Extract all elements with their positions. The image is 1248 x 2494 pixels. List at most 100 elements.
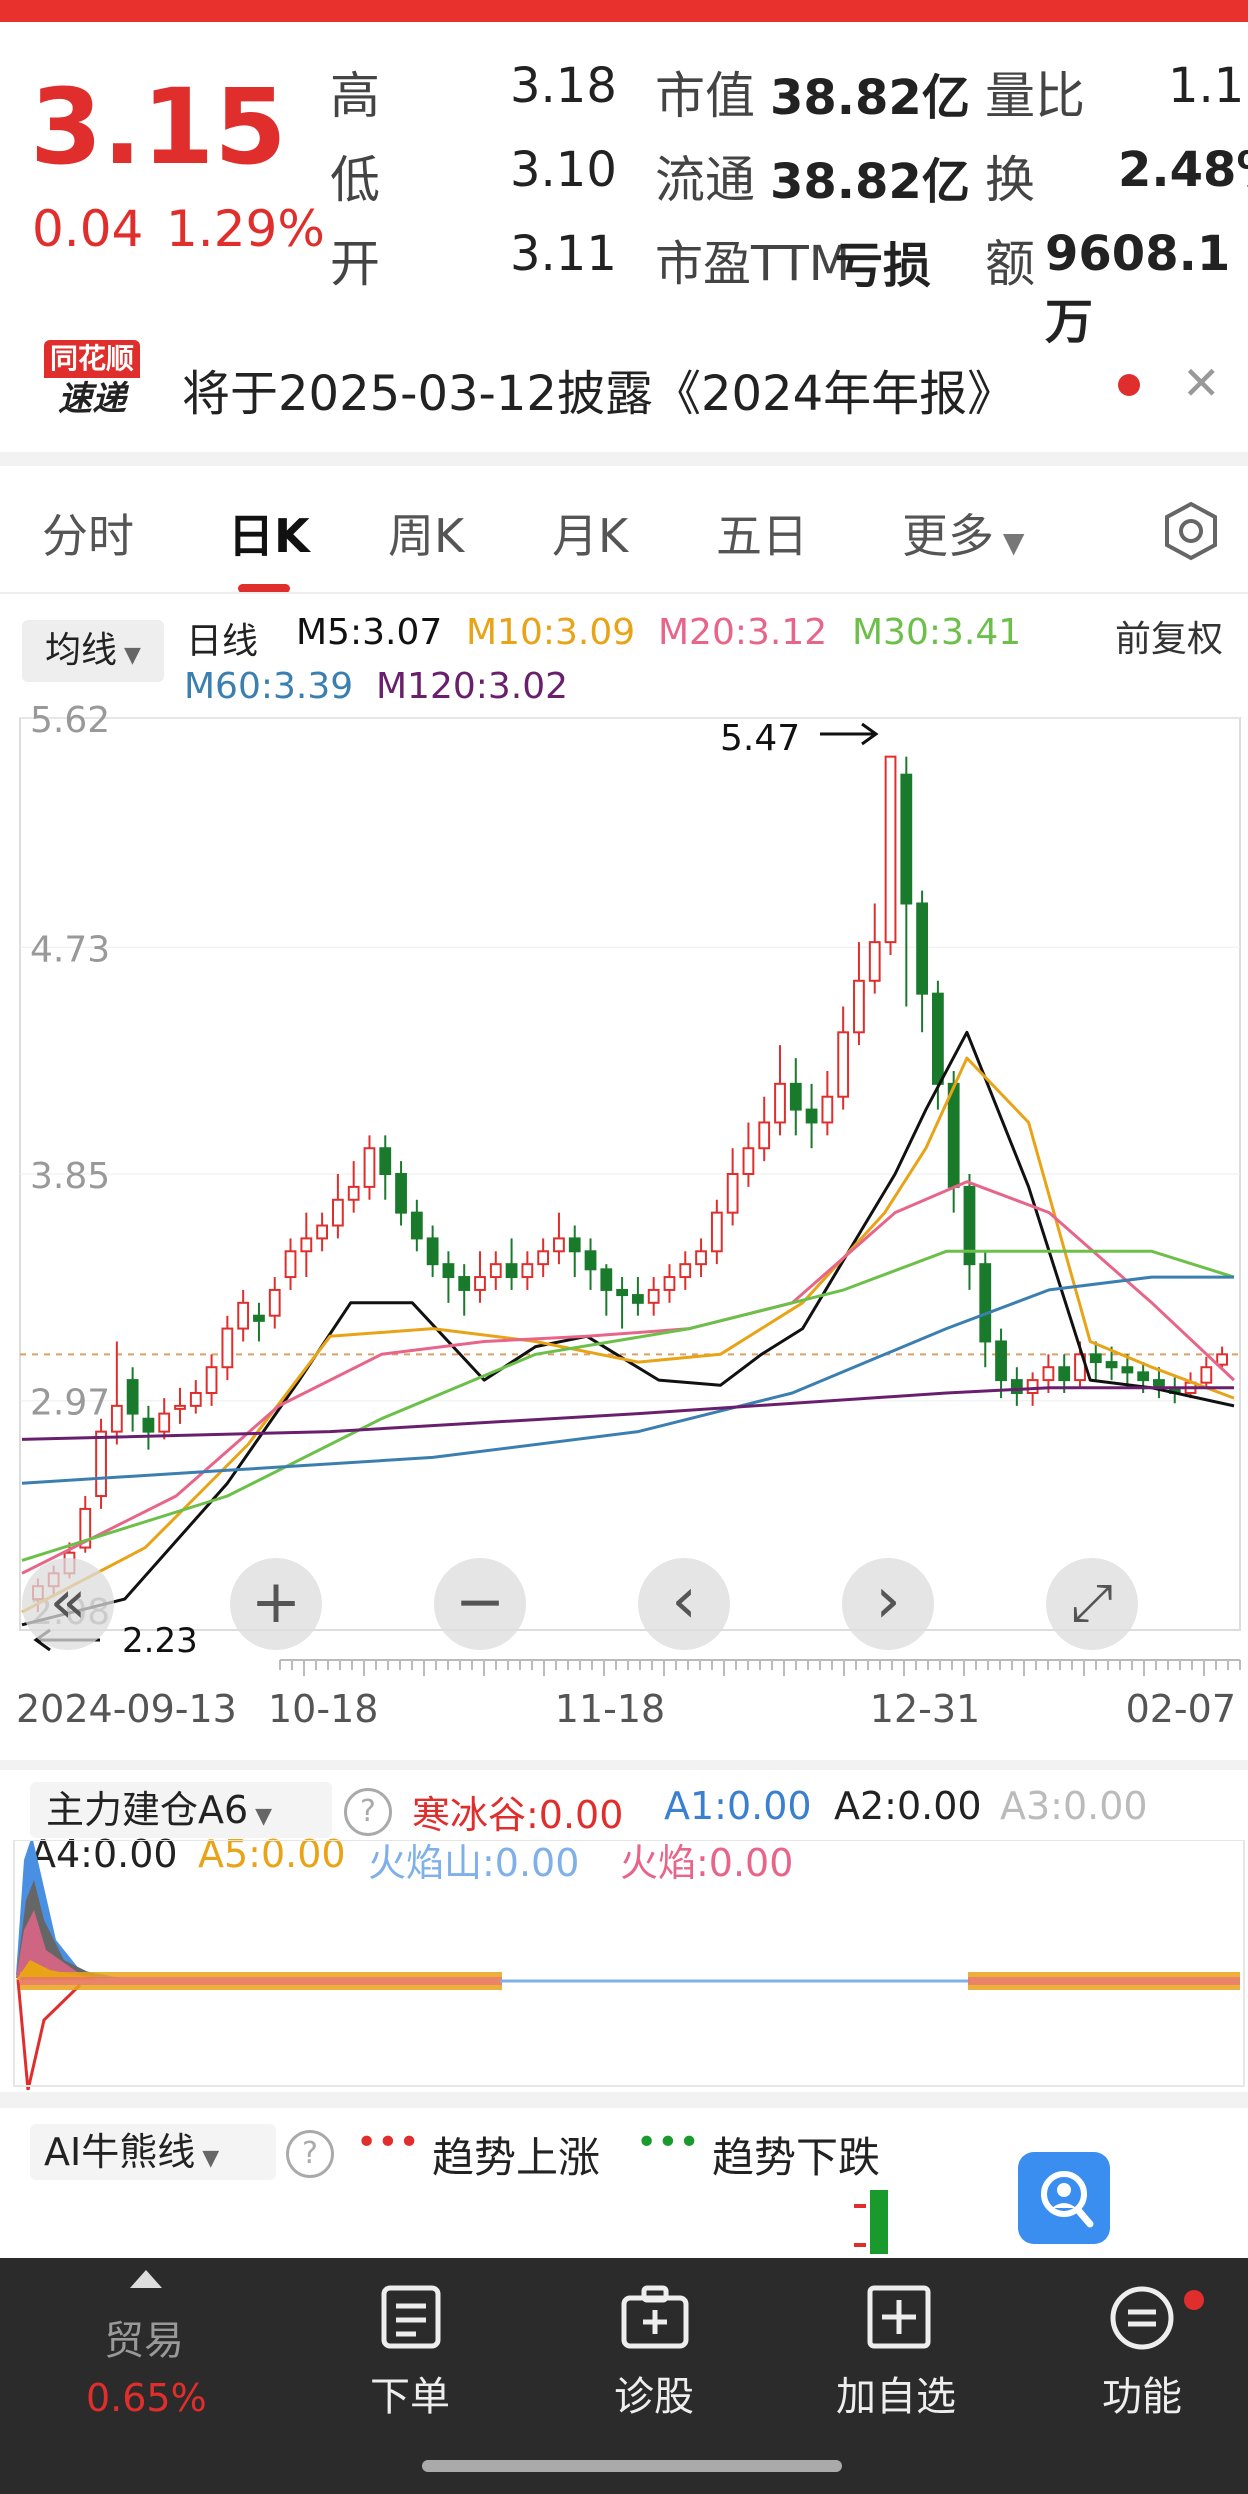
order-icon[interactable] [380, 2284, 444, 2350]
candle [205, 1366, 218, 1394]
candle [505, 1263, 518, 1279]
ind1-item: A1:0.00 [664, 1784, 812, 1828]
ai-tick [854, 2204, 866, 2208]
turnover-label: 换 [985, 151, 1035, 209]
ma5-value: M5:3.07 [296, 612, 443, 653]
candle [632, 1294, 644, 1304]
ma-selector-label: 均线 [45, 630, 118, 671]
trend-down-dots: ••• [636, 2122, 700, 2163]
help-icon[interactable]: ? [344, 1788, 392, 1836]
candle [932, 992, 944, 1085]
indicator2-name: AI牛熊线 [44, 2130, 196, 2174]
notice-text[interactable]: 将于2025-03-12披露《2024年年报》 [182, 354, 1015, 424]
candle [363, 1147, 376, 1188]
ai-assistant-icon[interactable] [1018, 2152, 1110, 2244]
diagnose-icon[interactable] [620, 2284, 690, 2350]
low-label: 低 [330, 151, 380, 209]
trade-label[interactable]: 贸易 [104, 2308, 184, 2366]
tab-monthly-k[interactable]: 月K [552, 500, 628, 566]
candle [774, 1082, 786, 1124]
max-label: 5.47 [720, 718, 800, 759]
add-watchlist-label[interactable]: 加自选 [836, 2364, 956, 2422]
candle [142, 1417, 155, 1433]
tab-five-day[interactable]: 五日 [716, 500, 808, 566]
high-label: 高 [330, 67, 380, 125]
trend-up-label: 趋势上涨 [432, 2133, 601, 2182]
candle [395, 1173, 407, 1214]
pe-value: 亏损 [835, 238, 932, 294]
candle [742, 1147, 755, 1175]
ma-line-m10 [21, 1056, 1235, 1614]
ind1-band-left-inner [20, 1977, 502, 1985]
tab-intraday[interactable]: 分时 [42, 500, 134, 566]
candle [458, 1276, 471, 1291]
scroll-left-icon[interactable]: « [22, 1558, 114, 1650]
prev-icon[interactable]: ‹ [638, 1558, 730, 1650]
candle [837, 1031, 850, 1098]
candle [474, 1276, 486, 1291]
divider [0, 1760, 1248, 1770]
zoom-out-icon[interactable]: − [434, 1558, 526, 1650]
candle [379, 1147, 392, 1175]
function-label[interactable]: 功能 [1102, 2364, 1182, 2422]
trade-pct: 0.65% [86, 2376, 207, 2420]
candle [995, 1340, 1007, 1382]
y-tick-label: 5.62 [30, 700, 110, 741]
tab-daily-k[interactable]: 日K [228, 500, 310, 566]
next-icon[interactable]: › [842, 1558, 934, 1650]
adjust-mode[interactable]: 前复权 [1115, 610, 1223, 662]
close-icon[interactable]: ✕ [1182, 356, 1221, 410]
ind1-item: A3:0.00 [1000, 1784, 1148, 1828]
zoom-in-icon[interactable]: + [230, 1558, 322, 1650]
candle [853, 979, 865, 1034]
function-icon[interactable] [1108, 2284, 1176, 2352]
chevron-down-icon: ▼ [994, 526, 1025, 559]
candle [1026, 1379, 1039, 1394]
amount-value: 9608.1万 [1045, 226, 1231, 350]
candle [600, 1268, 613, 1291]
candle [221, 1327, 234, 1369]
candle [758, 1121, 771, 1150]
fullscreen-icon[interactable]: ⤢ [1046, 1558, 1138, 1650]
candle [868, 941, 881, 982]
unread-dot-icon [1118, 374, 1140, 396]
ind1-dip-red [16, 1979, 82, 2090]
trend-up-dots: ••• [356, 2122, 420, 2163]
tab-more[interactable]: 更多 ▼ [902, 500, 1024, 566]
volratio-value: 1.17 [1168, 58, 1248, 114]
candle [726, 1173, 739, 1214]
candle [1058, 1366, 1071, 1382]
candle [710, 1211, 723, 1253]
min-label: 2.23 [122, 1621, 198, 1661]
candle [521, 1263, 534, 1279]
ma10-value: M10:3.09 [466, 612, 636, 653]
ma-line-m30 [21, 1249, 1235, 1562]
ma-selector[interactable]: 均线 ▼ [22, 620, 164, 682]
candle [537, 1250, 550, 1266]
open-value: 3.11 [510, 226, 617, 282]
divider [0, 2092, 1248, 2108]
indicator1-chart [13, 1840, 1245, 2090]
candle [1137, 1371, 1150, 1382]
help-icon[interactable]: ? [286, 2130, 334, 2178]
tab-weekly-k[interactable]: 周K [388, 500, 464, 566]
home-indicator [422, 2460, 842, 2472]
order-label[interactable]: 下单 [370, 2364, 450, 2422]
diagnose-label[interactable]: 诊股 [614, 2364, 694, 2422]
indicator1-selector[interactable]: 主力建仓A6 ▼ [30, 1782, 332, 1838]
indicator2-selector[interactable]: AI牛熊线 ▼ [30, 2124, 276, 2180]
x-tick-label: 12-31 [870, 1687, 980, 1731]
candle [189, 1391, 202, 1407]
settings-icon[interactable] [1160, 500, 1222, 562]
candle [821, 1095, 834, 1124]
ai-tick [854, 2243, 866, 2247]
expand-up-icon[interactable] [130, 2270, 162, 2288]
price-change-pct: 1.29% [166, 200, 325, 258]
chevron-down-icon: ▼ [195, 2146, 220, 2171]
candle [253, 1314, 265, 1322]
add-watchlist-icon[interactable] [866, 2284, 932, 2350]
candle [410, 1211, 423, 1240]
high-value: 3.18 [510, 58, 617, 114]
candle [1216, 1353, 1229, 1366]
candle [316, 1224, 329, 1240]
